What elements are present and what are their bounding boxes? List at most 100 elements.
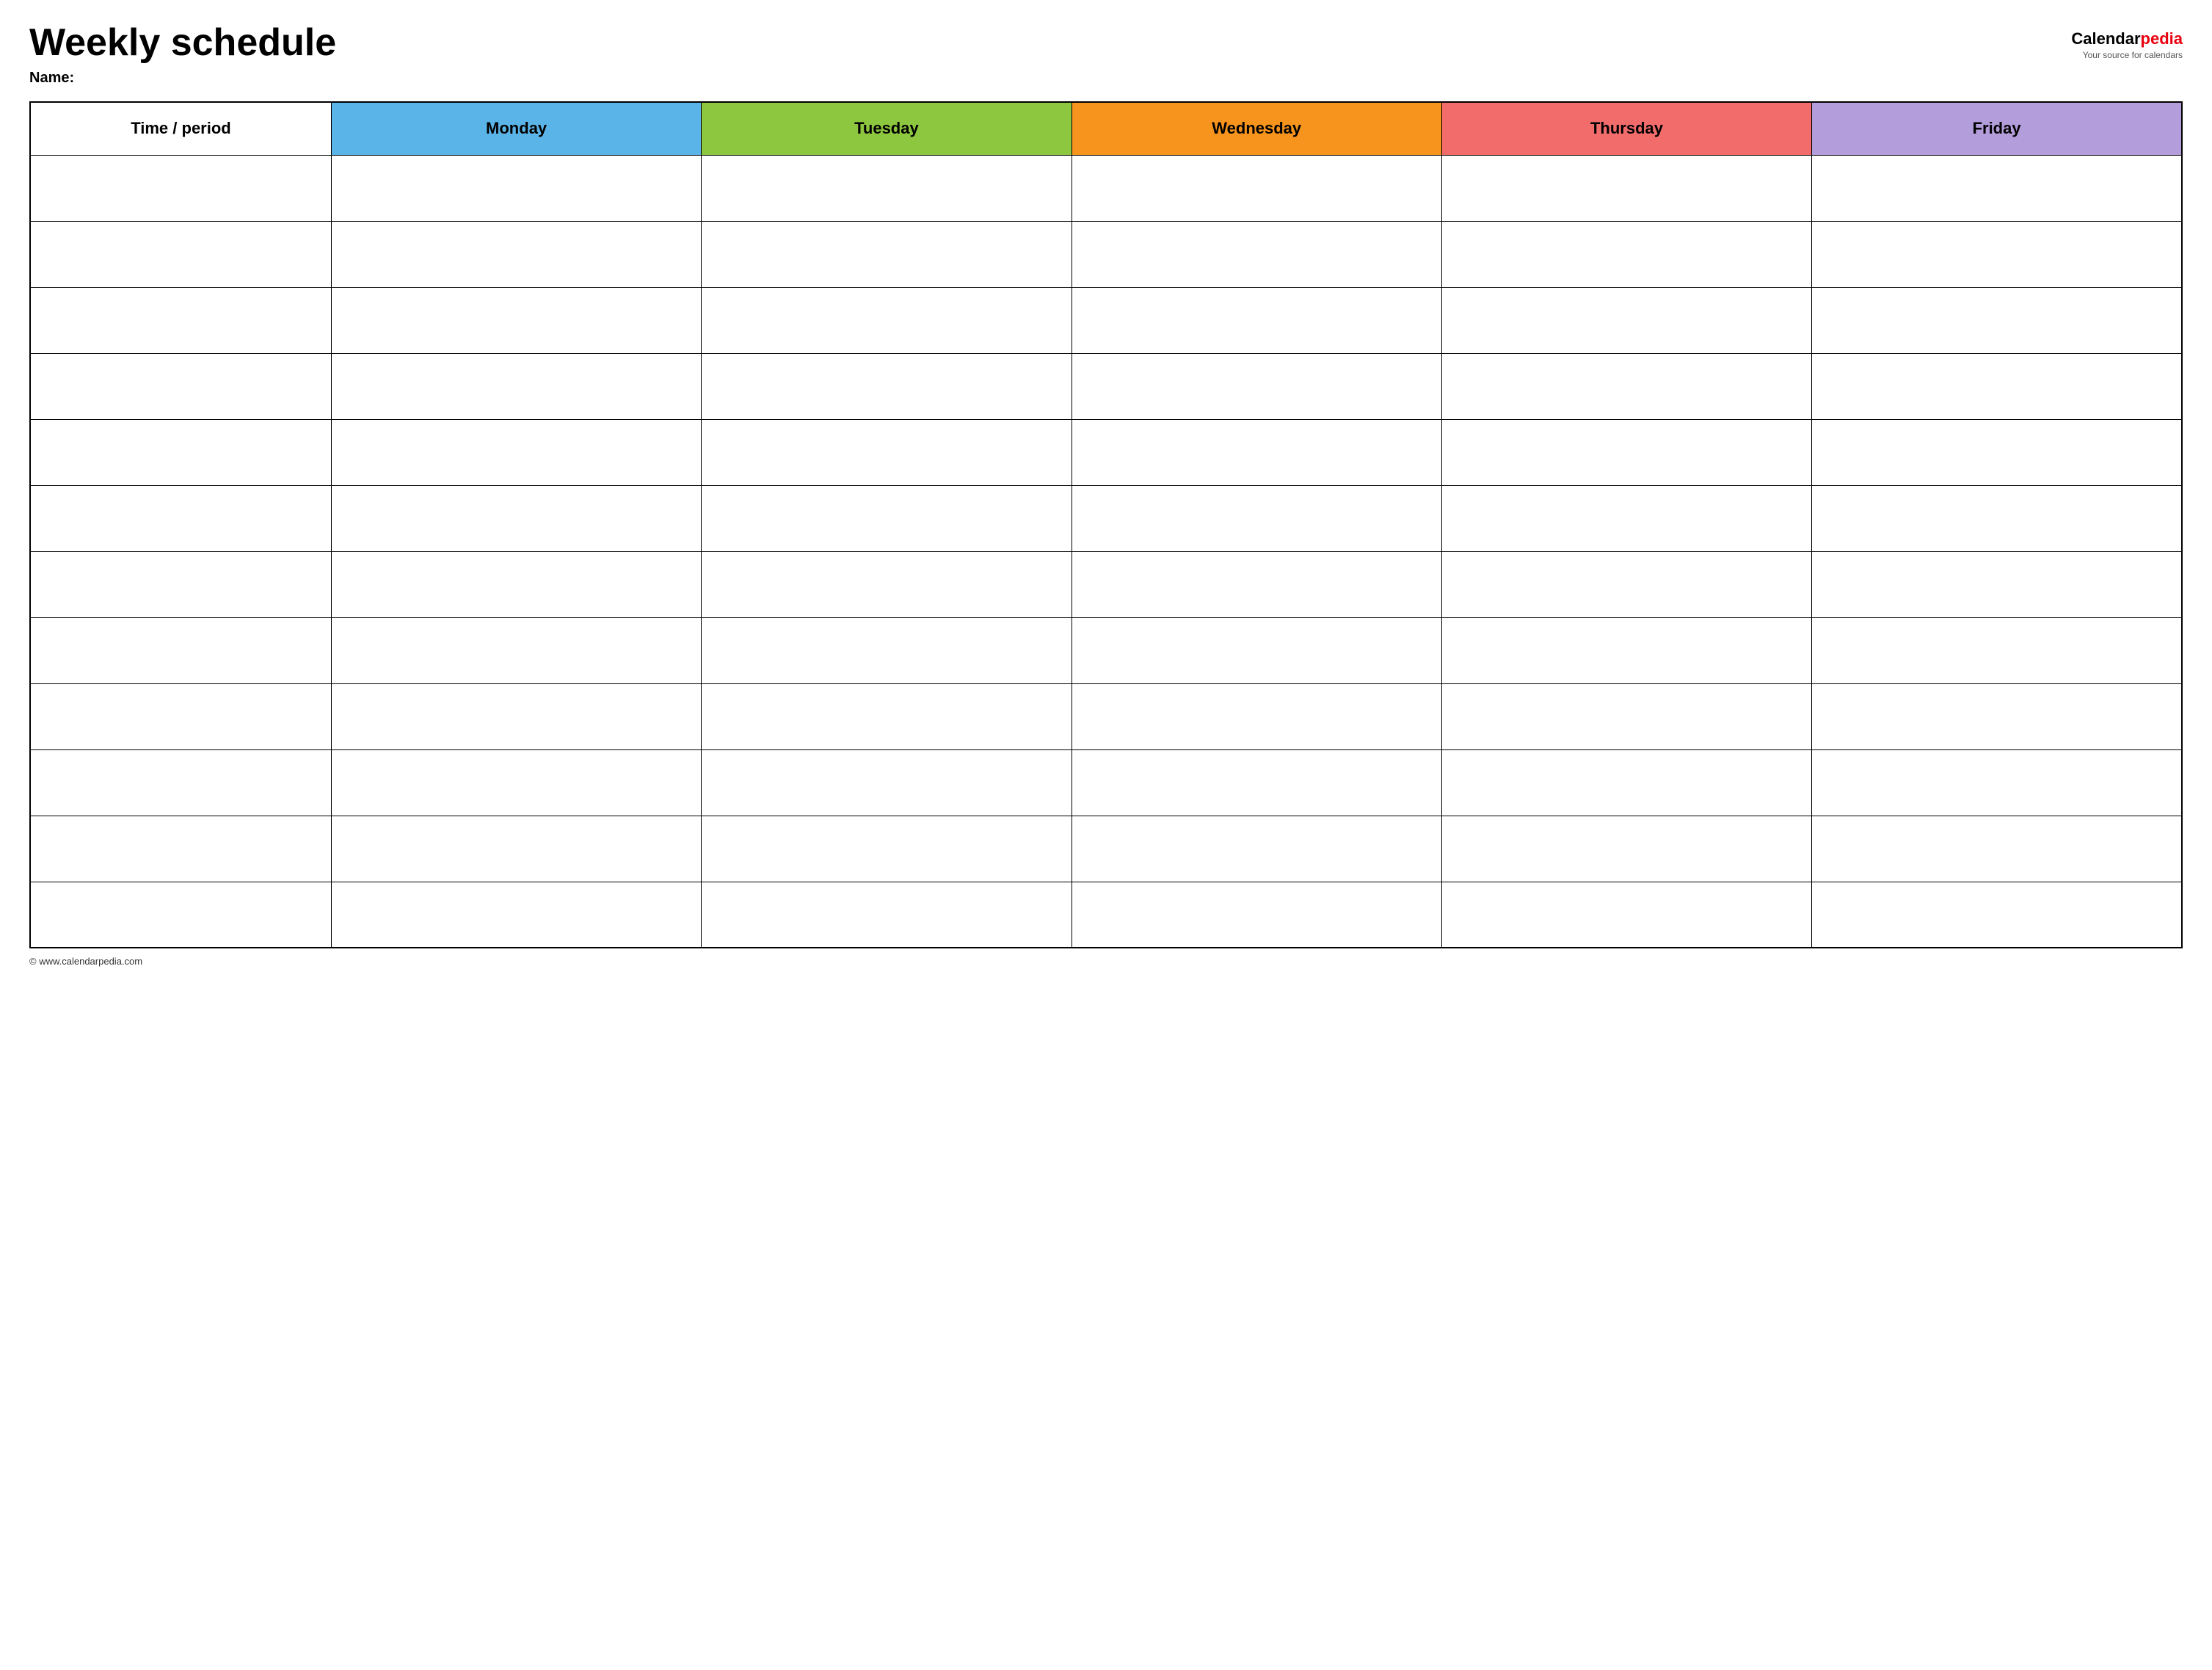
schedule-cell[interactable] bbox=[1812, 485, 2182, 551]
schedule-cell[interactable] bbox=[1072, 287, 1441, 353]
schedule-cell[interactable] bbox=[1441, 155, 1811, 221]
schedule-cell[interactable] bbox=[1072, 749, 1441, 816]
table-row bbox=[30, 551, 2182, 617]
schedule-cell[interactable] bbox=[1812, 155, 2182, 221]
time-cell[interactable] bbox=[30, 617, 331, 683]
schedule-cell[interactable] bbox=[1812, 287, 2182, 353]
schedule-cell[interactable] bbox=[702, 353, 1072, 419]
logo-pedia: pedia bbox=[2141, 29, 2183, 48]
schedule-table: Time / period Monday Tuesday Wednesday T… bbox=[29, 101, 2183, 948]
schedule-cell[interactable] bbox=[702, 485, 1072, 551]
table-row bbox=[30, 353, 2182, 419]
logo-tagline: Your source for calendars bbox=[2083, 50, 2183, 60]
schedule-cell[interactable] bbox=[1072, 221, 1441, 287]
schedule-cell[interactable] bbox=[1441, 485, 1811, 551]
schedule-cell[interactable] bbox=[331, 816, 701, 882]
schedule-cell[interactable] bbox=[1441, 617, 1811, 683]
col-header-tuesday: Tuesday bbox=[702, 102, 1072, 155]
schedule-cell[interactable] bbox=[702, 221, 1072, 287]
page-title: Weekly schedule bbox=[29, 22, 336, 64]
schedule-cell[interactable] bbox=[1812, 353, 2182, 419]
col-header-friday: Friday bbox=[1812, 102, 2182, 155]
schedule-cell[interactable] bbox=[1441, 749, 1811, 816]
schedule-cell[interactable] bbox=[702, 551, 1072, 617]
schedule-cell[interactable] bbox=[1812, 683, 2182, 749]
time-cell[interactable] bbox=[30, 551, 331, 617]
schedule-cell[interactable] bbox=[1072, 353, 1441, 419]
title-section: Weekly schedule Name: bbox=[29, 22, 336, 87]
schedule-cell[interactable] bbox=[331, 683, 701, 749]
col-header-thursday: Thursday bbox=[1441, 102, 1811, 155]
schedule-cell[interactable] bbox=[1812, 617, 2182, 683]
schedule-cell[interactable] bbox=[331, 551, 701, 617]
schedule-cell[interactable] bbox=[1812, 882, 2182, 948]
logo-section: Calendarpedia Your source for calendars bbox=[2071, 22, 2183, 60]
schedule-cell[interactable] bbox=[1441, 353, 1811, 419]
header-row: Time / period Monday Tuesday Wednesday T… bbox=[30, 102, 2182, 155]
col-header-time: Time / period bbox=[30, 102, 331, 155]
schedule-cell[interactable] bbox=[702, 749, 1072, 816]
table-row bbox=[30, 419, 2182, 485]
table-row bbox=[30, 221, 2182, 287]
schedule-cell[interactable] bbox=[702, 419, 1072, 485]
schedule-cell[interactable] bbox=[702, 617, 1072, 683]
schedule-cell[interactable] bbox=[331, 221, 701, 287]
logo-text: Calendarpedia bbox=[2071, 29, 2183, 48]
name-label: Name: bbox=[29, 70, 336, 87]
time-cell[interactable] bbox=[30, 419, 331, 485]
schedule-cell[interactable] bbox=[1812, 221, 2182, 287]
time-cell[interactable] bbox=[30, 683, 331, 749]
time-cell[interactable] bbox=[30, 816, 331, 882]
schedule-cell[interactable] bbox=[1441, 551, 1811, 617]
col-header-monday: Monday bbox=[331, 102, 701, 155]
schedule-cell[interactable] bbox=[1072, 419, 1441, 485]
logo-calendar: Calendar bbox=[2071, 29, 2140, 48]
time-cell[interactable] bbox=[30, 882, 331, 948]
schedule-cell[interactable] bbox=[702, 155, 1072, 221]
schedule-cell[interactable] bbox=[331, 287, 701, 353]
schedule-cell[interactable] bbox=[331, 485, 701, 551]
schedule-cell[interactable] bbox=[331, 155, 701, 221]
schedule-cell[interactable] bbox=[1072, 882, 1441, 948]
table-row bbox=[30, 749, 2182, 816]
schedule-cell[interactable] bbox=[1812, 749, 2182, 816]
schedule-cell[interactable] bbox=[1072, 683, 1441, 749]
schedule-cell[interactable] bbox=[331, 353, 701, 419]
table-row bbox=[30, 617, 2182, 683]
footer-url: © www.calendarpedia.com bbox=[29, 956, 142, 967]
table-row bbox=[30, 683, 2182, 749]
schedule-cell[interactable] bbox=[1812, 816, 2182, 882]
schedule-cell[interactable] bbox=[331, 882, 701, 948]
time-cell[interactable] bbox=[30, 221, 331, 287]
schedule-cell[interactable] bbox=[1812, 419, 2182, 485]
schedule-cell[interactable] bbox=[1441, 287, 1811, 353]
time-cell[interactable] bbox=[30, 353, 331, 419]
schedule-cell[interactable] bbox=[1441, 683, 1811, 749]
schedule-cell[interactable] bbox=[1072, 551, 1441, 617]
schedule-cell[interactable] bbox=[1441, 221, 1811, 287]
schedule-cell[interactable] bbox=[1072, 816, 1441, 882]
time-cell[interactable] bbox=[30, 287, 331, 353]
table-row bbox=[30, 882, 2182, 948]
table-row bbox=[30, 816, 2182, 882]
schedule-cell[interactable] bbox=[702, 287, 1072, 353]
schedule-cell[interactable] bbox=[702, 816, 1072, 882]
schedule-cell[interactable] bbox=[331, 419, 701, 485]
schedule-cell[interactable] bbox=[331, 617, 701, 683]
schedule-cell[interactable] bbox=[1072, 485, 1441, 551]
schedule-cell[interactable] bbox=[1441, 816, 1811, 882]
schedule-cell[interactable] bbox=[1072, 617, 1441, 683]
schedule-cell[interactable] bbox=[702, 683, 1072, 749]
schedule-cell[interactable] bbox=[1441, 882, 1811, 948]
footer: © www.calendarpedia.com bbox=[29, 956, 2183, 967]
schedule-cell[interactable] bbox=[1441, 419, 1811, 485]
schedule-cell[interactable] bbox=[702, 882, 1072, 948]
schedule-cell[interactable] bbox=[331, 749, 701, 816]
schedule-cell[interactable] bbox=[1812, 551, 2182, 617]
schedule-cell[interactable] bbox=[1072, 155, 1441, 221]
time-cell[interactable] bbox=[30, 749, 331, 816]
table-row bbox=[30, 485, 2182, 551]
time-cell[interactable] bbox=[30, 155, 331, 221]
time-cell[interactable] bbox=[30, 485, 331, 551]
table-row bbox=[30, 287, 2182, 353]
